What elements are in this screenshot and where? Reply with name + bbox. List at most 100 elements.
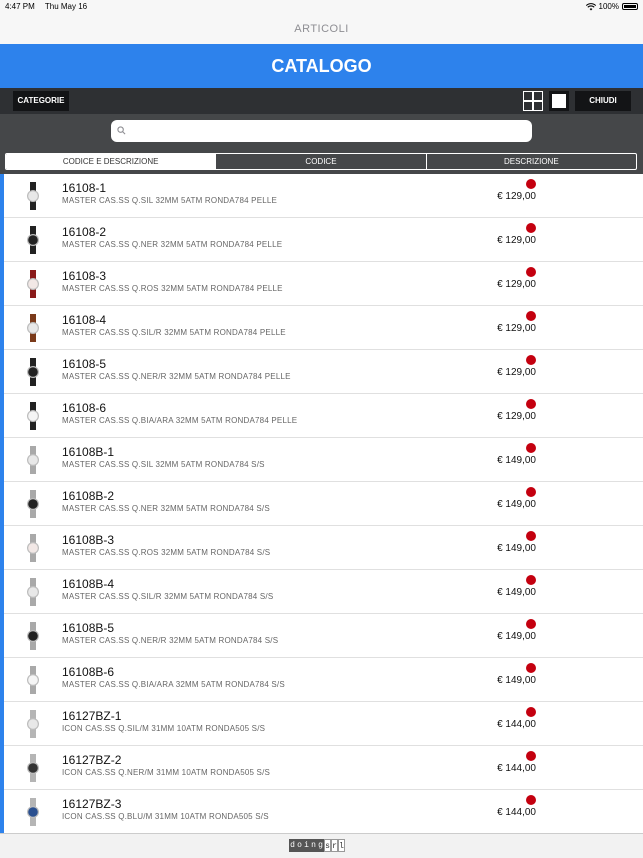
- logo-letter: r: [331, 839, 338, 852]
- availability-dot: [526, 707, 536, 717]
- item-description: MASTER CAS.SS Q.ROS 32MM 5ATM RONDA784 P…: [62, 284, 283, 293]
- availability-dot: [526, 179, 536, 189]
- watch-thumbnail-icon: [27, 358, 39, 386]
- list-item[interactable]: 16108-3 MASTER CAS.SS Q.ROS 32MM 5ATM RON…: [0, 262, 643, 306]
- availability-dot: [526, 355, 536, 365]
- item-price: € 129,00: [497, 191, 536, 202]
- item-description: MASTER CAS.SS Q.NER/R 32MM 5ATM RONDA784…: [62, 636, 279, 645]
- item-code: 16108B-6: [62, 665, 115, 679]
- nav-title: ARTICOLI: [0, 14, 643, 44]
- watch-thumbnail-icon: [27, 578, 39, 606]
- item-description: MASTER CAS.SS Q.SIL/R 32MM 5ATM RONDA784…: [62, 592, 274, 601]
- close-button[interactable]: CHIUDI: [575, 91, 631, 111]
- item-code: 16108-5: [62, 357, 107, 371]
- logo-letter: i: [303, 839, 310, 852]
- list-item[interactable]: 16127BZ-1 ICON CAS.SS Q.SIL/M 31MM 10ATM …: [0, 702, 643, 746]
- item-price: € 129,00: [497, 279, 536, 290]
- segment-description[interactable]: DESCRIZIONE: [425, 154, 636, 169]
- item-price: € 149,00: [497, 631, 536, 642]
- availability-dot: [526, 575, 536, 585]
- item-description: MASTER CAS.SS Q.NER 32MM 5ATM RONDA784 P…: [62, 240, 283, 249]
- item-price: € 129,00: [497, 323, 536, 334]
- status-left: 4:47 PM Thu May 16: [5, 2, 95, 11]
- item-code: 16108B-1: [62, 445, 115, 459]
- list-item[interactable]: 16108-2 MASTER CAS.SS Q.NER 32MM 5ATM RON…: [0, 218, 643, 262]
- item-description: MASTER CAS.SS Q.SIL 32MM 5ATM RONDA784 P…: [62, 196, 278, 205]
- list-item[interactable]: 16108-6 MASTER CAS.SS Q.BIA/ARA 32MM 5ATM…: [0, 394, 643, 438]
- item-code: 16108-1: [62, 181, 107, 195]
- grid-view-icon[interactable]: [523, 91, 543, 111]
- list-item[interactable]: 16108-5 MASTER CAS.SS Q.NER/R 32MM 5ATM R…: [0, 350, 643, 394]
- item-code: 16108-4: [62, 313, 107, 327]
- list-item[interactable]: 16108-1 MASTER CAS.SS Q.SIL 32MM 5ATM RON…: [0, 174, 643, 218]
- watch-thumbnail-icon: [27, 710, 39, 738]
- availability-dot: [526, 619, 536, 629]
- watch-thumbnail-icon: [27, 314, 39, 342]
- item-price: € 144,00: [497, 763, 536, 774]
- item-price: € 144,00: [497, 719, 536, 730]
- availability-dot: [526, 223, 536, 233]
- list-item[interactable]: 16108-4 MASTER CAS.SS Q.SIL/R 32MM 5ATM R…: [0, 306, 643, 350]
- footer: doingsrl: [0, 833, 643, 858]
- item-description: MASTER CAS.SS Q.BIA/ARA 32MM 5ATM RONDA7…: [62, 680, 285, 689]
- logo-letter: n: [310, 839, 317, 852]
- logo-letter: l: [338, 839, 345, 852]
- categories-button[interactable]: CATEGORIE: [13, 91, 69, 111]
- list-item[interactable]: 16127BZ-3 ICON CAS.SS Q.BLU/M 31MM 10ATM …: [0, 790, 643, 833]
- item-code: 16127BZ-3: [62, 797, 122, 811]
- availability-dot: [526, 487, 536, 497]
- status-right: 100%: [585, 2, 638, 11]
- list-item[interactable]: 16108B-3 MASTER CAS.SS Q.ROS 32MM 5ATM RO…: [0, 526, 643, 570]
- watch-thumbnail-icon: [27, 490, 39, 518]
- item-description: ICON CAS.SS Q.NER/M 31MM 10ATM RONDA505 …: [62, 768, 271, 777]
- item-description: ICON CAS.SS Q.BLU/M 31MM 10ATM RONDA505 …: [62, 812, 269, 821]
- list-view-icon[interactable]: [549, 91, 569, 111]
- wifi-icon: [585, 2, 596, 10]
- list-item[interactable]: 16108B-6 MASTER CAS.SS Q.BIA/ARA 32MM 5AT…: [0, 658, 643, 702]
- list-item[interactable]: 16127BZ-2 ICON CAS.SS Q.NER/M 31MM 10ATM …: [0, 746, 643, 790]
- segment-code[interactable]: CODICE: [215, 154, 425, 169]
- battery-icon: [622, 3, 638, 10]
- item-description: MASTER CAS.SS Q.BIA/ARA 32MM 5ATM RONDA7…: [62, 416, 298, 425]
- page-title: CATALOGO: [0, 44, 643, 88]
- product-list: 16108-1 MASTER CAS.SS Q.SIL 32MM 5ATM RON…: [0, 174, 643, 833]
- availability-dot: [526, 751, 536, 761]
- list-item[interactable]: 16108B-1 MASTER CAS.SS Q.SIL 32MM 5ATM RO…: [0, 438, 643, 482]
- battery-percent: 100%: [598, 2, 619, 11]
- item-code: 16108-6: [62, 401, 107, 415]
- item-price: € 129,00: [497, 367, 536, 378]
- search-input[interactable]: [111, 120, 532, 142]
- watch-thumbnail-icon: [27, 270, 39, 298]
- logo-letter: s: [324, 839, 331, 852]
- item-price: € 149,00: [497, 587, 536, 598]
- availability-dot: [526, 267, 536, 277]
- watch-thumbnail-icon: [27, 798, 39, 826]
- item-price: € 149,00: [497, 675, 536, 686]
- availability-dot: [526, 795, 536, 805]
- item-description: MASTER CAS.SS Q.NER/R 32MM 5ATM RONDA784…: [62, 372, 291, 381]
- segment-code-and-description[interactable]: CODICE E DESCRIZIONE: [6, 154, 216, 169]
- list-item[interactable]: 16108B-5 MASTER CAS.SS Q.NER/R 32MM 5ATM …: [0, 614, 643, 658]
- watch-thumbnail-icon: [27, 754, 39, 782]
- watch-thumbnail-icon: [27, 666, 39, 694]
- item-price: € 149,00: [497, 499, 536, 510]
- availability-dot: [526, 663, 536, 673]
- list-item[interactable]: 16108B-2 MASTER CAS.SS Q.NER 32MM 5ATM RO…: [0, 482, 643, 526]
- item-price: € 149,00: [497, 455, 536, 466]
- item-code: 16108B-3: [62, 533, 115, 547]
- logo-letter: o: [296, 839, 303, 852]
- company-logo: doingsrl: [289, 839, 345, 852]
- item-price: € 144,00: [497, 807, 536, 818]
- watch-thumbnail-icon: [27, 446, 39, 474]
- status-date: Thu May 16: [44, 2, 88, 11]
- watch-thumbnail-icon: [27, 534, 39, 562]
- search-mode-segmented-control: CODICE E DESCRIZIONE CODICE DESCRIZIONE: [5, 153, 637, 170]
- logo-letter: d: [289, 839, 296, 852]
- status-time: 4:47 PM: [5, 2, 35, 11]
- item-code: 16127BZ-1: [62, 709, 122, 723]
- search-mode-area: CODICE E DESCRIZIONE CODICE DESCRIZIONE: [0, 150, 643, 174]
- search-area: [0, 114, 643, 150]
- search-icon: [117, 126, 126, 135]
- list-item[interactable]: 16108B-4 MASTER CAS.SS Q.SIL/R 32MM 5ATM …: [0, 570, 643, 614]
- item-code: 16108B-2: [62, 489, 115, 503]
